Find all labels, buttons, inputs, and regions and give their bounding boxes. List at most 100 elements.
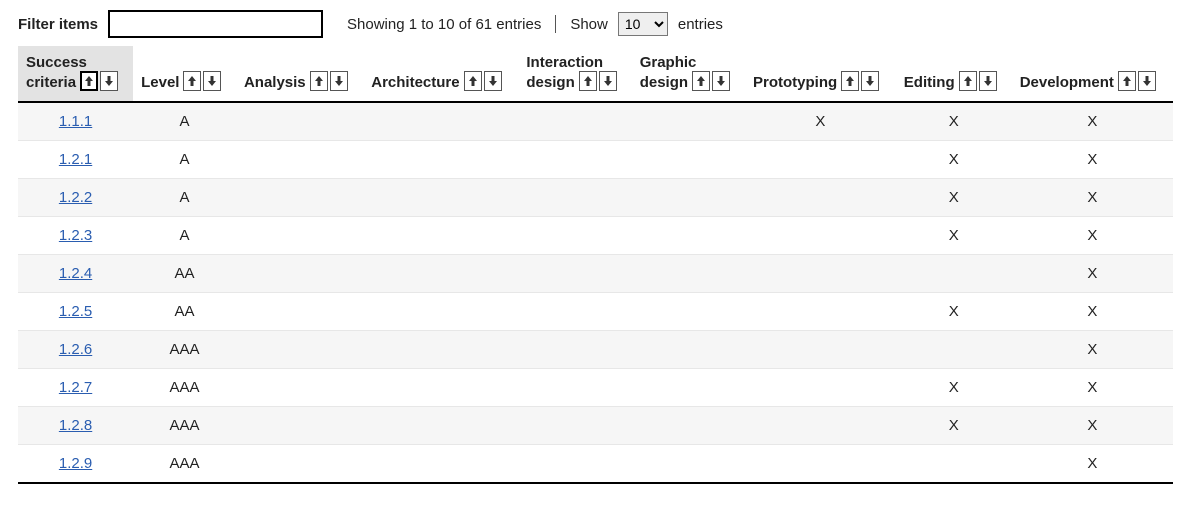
entries-status: Showing 1 to 10 of 61 entries bbox=[347, 16, 541, 33]
cell-interaction_design bbox=[518, 445, 631, 484]
cell-architecture bbox=[363, 407, 518, 445]
cell-graphic_design bbox=[632, 445, 745, 484]
arrow-down-icon bbox=[865, 75, 875, 87]
criteria-link[interactable]: 1.2.8 bbox=[59, 417, 92, 434]
sort-asc-button[interactable] bbox=[80, 71, 98, 91]
sort-desc-button[interactable] bbox=[484, 71, 502, 91]
cell-interaction_design bbox=[518, 369, 631, 407]
sort-desc-button[interactable] bbox=[979, 71, 997, 91]
cell-editing: X bbox=[896, 217, 1012, 255]
cell-level: A bbox=[133, 102, 236, 141]
cell-analysis bbox=[236, 331, 363, 369]
column-label: Prototyping bbox=[753, 74, 837, 91]
arrow-down-icon bbox=[983, 75, 993, 87]
cell-analysis bbox=[236, 255, 363, 293]
criteria-link[interactable]: 1.1.1 bbox=[59, 113, 92, 130]
arrow-up-icon bbox=[84, 75, 94, 87]
cell-editing: X bbox=[896, 141, 1012, 179]
cell-architecture bbox=[363, 369, 518, 407]
sort-controls bbox=[80, 71, 118, 91]
cell-interaction_design bbox=[518, 331, 631, 369]
cell-development: X bbox=[1012, 293, 1173, 331]
cell-prototyping bbox=[745, 407, 896, 445]
table-row: 1.2.5AAXX bbox=[18, 293, 1173, 331]
sort-controls bbox=[1118, 71, 1156, 91]
sort-desc-button[interactable] bbox=[861, 71, 879, 91]
cell-architecture bbox=[363, 445, 518, 484]
table-row: 1.2.1AXX bbox=[18, 141, 1173, 179]
sort-asc-button[interactable] bbox=[579, 71, 597, 91]
table-header-row: SuccesscriteriaLevelAnalysisArchitecture… bbox=[18, 46, 1173, 102]
sort-controls bbox=[310, 71, 348, 91]
sort-desc-button[interactable] bbox=[599, 71, 617, 91]
entries-per-page-select[interactable]: 102550100 bbox=[618, 12, 668, 36]
cell-level: A bbox=[133, 179, 236, 217]
column-label: Success bbox=[26, 54, 123, 71]
table-row: 1.2.8AAAXX bbox=[18, 407, 1173, 445]
cell-development: X bbox=[1012, 217, 1173, 255]
arrow-up-icon bbox=[187, 75, 197, 87]
criteria-link[interactable]: 1.2.9 bbox=[59, 455, 92, 472]
arrow-up-icon bbox=[314, 75, 324, 87]
cell-graphic_design bbox=[632, 293, 745, 331]
column-label: design bbox=[526, 74, 574, 91]
criteria-link[interactable]: 1.2.3 bbox=[59, 227, 92, 244]
criteria-link[interactable]: 1.2.1 bbox=[59, 151, 92, 168]
sort-asc-button[interactable] bbox=[464, 71, 482, 91]
cell-editing: X bbox=[896, 407, 1012, 445]
column-label: design bbox=[640, 74, 688, 91]
cell-success_criteria: 1.2.3 bbox=[18, 217, 133, 255]
show-label-before: Show bbox=[570, 16, 608, 33]
cell-analysis bbox=[236, 407, 363, 445]
sort-desc-button[interactable] bbox=[712, 71, 730, 91]
cell-architecture bbox=[363, 331, 518, 369]
sort-desc-button[interactable] bbox=[330, 71, 348, 91]
cell-interaction_design bbox=[518, 293, 631, 331]
cell-architecture bbox=[363, 102, 518, 141]
arrow-down-icon bbox=[207, 75, 217, 87]
sort-desc-button[interactable] bbox=[1138, 71, 1156, 91]
arrow-down-icon bbox=[334, 75, 344, 87]
cell-editing: X bbox=[896, 179, 1012, 217]
cell-architecture bbox=[363, 217, 518, 255]
arrow-down-icon bbox=[104, 75, 114, 87]
cell-development: X bbox=[1012, 102, 1173, 141]
criteria-link[interactable]: 1.2.7 bbox=[59, 379, 92, 396]
sort-asc-button[interactable] bbox=[1118, 71, 1136, 91]
arrow-up-icon bbox=[1122, 75, 1132, 87]
cell-development: X bbox=[1012, 141, 1173, 179]
arrow-down-icon bbox=[603, 75, 613, 87]
table-controls: Filter items Showing 1 to 10 of 61 entri… bbox=[18, 10, 1173, 38]
cell-level: AAA bbox=[133, 407, 236, 445]
show-label-after: entries bbox=[678, 16, 723, 33]
cell-prototyping bbox=[745, 445, 896, 484]
table-row: 1.2.7AAAXX bbox=[18, 369, 1173, 407]
sort-asc-button[interactable] bbox=[310, 71, 328, 91]
column-header-analysis: Analysis bbox=[236, 46, 363, 102]
arrow-down-icon bbox=[488, 75, 498, 87]
criteria-link[interactable]: 1.2.4 bbox=[59, 265, 92, 282]
cell-graphic_design bbox=[632, 217, 745, 255]
cell-analysis bbox=[236, 445, 363, 484]
sort-asc-button[interactable] bbox=[183, 71, 201, 91]
sort-asc-button[interactable] bbox=[959, 71, 977, 91]
cell-success_criteria: 1.2.9 bbox=[18, 445, 133, 484]
cell-analysis bbox=[236, 102, 363, 141]
table-row: 1.2.6AAAX bbox=[18, 331, 1173, 369]
arrow-up-icon bbox=[845, 75, 855, 87]
sort-asc-button[interactable] bbox=[692, 71, 710, 91]
filter-input[interactable] bbox=[108, 10, 323, 38]
criteria-link[interactable]: 1.2.5 bbox=[59, 303, 92, 320]
sort-desc-button[interactable] bbox=[100, 71, 118, 91]
cell-analysis bbox=[236, 369, 363, 407]
table-row: 1.2.9AAAX bbox=[18, 445, 1173, 484]
cell-architecture bbox=[363, 255, 518, 293]
criteria-link[interactable]: 1.2.6 bbox=[59, 341, 92, 358]
cell-analysis bbox=[236, 293, 363, 331]
sort-desc-button[interactable] bbox=[203, 71, 221, 91]
sort-controls bbox=[959, 71, 997, 91]
sort-asc-button[interactable] bbox=[841, 71, 859, 91]
cell-prototyping bbox=[745, 217, 896, 255]
cell-success_criteria: 1.2.5 bbox=[18, 293, 133, 331]
criteria-link[interactable]: 1.2.2 bbox=[59, 189, 92, 206]
